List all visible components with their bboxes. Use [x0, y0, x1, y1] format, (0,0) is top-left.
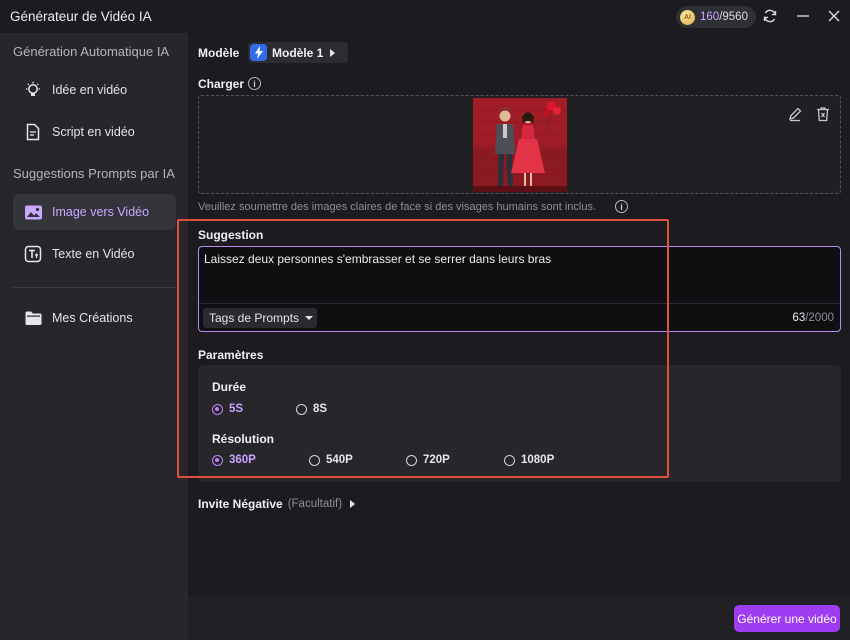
- uploaded-image-thumbnail: [473, 98, 567, 192]
- main-panel: Modèle Modèle 1 Charger i Veuillez soume…: [188, 33, 850, 640]
- resolution-option-label: 720P: [423, 454, 450, 466]
- credits-total: /9560: [719, 11, 748, 23]
- char-counter: 63/2000: [792, 312, 834, 324]
- sidebar-item-idea[interactable]: Idée en vidéo: [13, 72, 176, 108]
- char-count: 63: [792, 312, 806, 324]
- edit-icon[interactable]: [787, 106, 803, 122]
- prompt-text[interactable]: Laissez deux personnes s'embrasser et se…: [204, 252, 551, 266]
- credits-used: 160: [700, 11, 720, 23]
- radio-selected-icon: [212, 403, 223, 415]
- resolution-option-label: 1080P: [521, 454, 555, 466]
- close-icon[interactable]: [826, 8, 842, 24]
- sidebar-item-label: Script en vidéo: [52, 125, 135, 139]
- sidebar-item-label: Texte en Vidéo: [52, 247, 135, 261]
- upload-area[interactable]: [198, 95, 841, 194]
- caret-down-icon: [305, 316, 314, 320]
- radio-selected-icon: [212, 454, 223, 466]
- resolution-option-540p[interactable]: 540P: [309, 454, 353, 466]
- resolution-option-720p[interactable]: 720P: [406, 454, 450, 466]
- prompt-tags-label: Tags de Prompts: [209, 311, 300, 325]
- radio-icon: [406, 454, 417, 466]
- info-icon[interactable]: i: [248, 77, 261, 90]
- text-icon: [23, 244, 43, 264]
- upload-label: Charger: [198, 77, 245, 91]
- model-name: Modèle 1: [272, 45, 324, 60]
- sidebar-item-my-creations[interactable]: Mes Créations: [13, 300, 176, 336]
- duration-option-label: 5S: [229, 403, 244, 415]
- char-max: /2000: [805, 312, 834, 324]
- resolution-label: Résolution: [212, 432, 274, 446]
- prompt-tags-dropdown[interactable]: Tags de Prompts: [203, 308, 317, 328]
- app-title: Générateur de Vidéo IA: [10, 9, 152, 24]
- sidebar-item-label: Mes Créations: [52, 311, 133, 325]
- duration-option-5s[interactable]: 5S: [212, 403, 243, 415]
- document-icon: [23, 122, 43, 142]
- upload-hint: Veuillez soumettre des images claires de…: [198, 201, 597, 213]
- duration-label: Durée: [212, 380, 247, 394]
- chevron-right-icon: [330, 48, 336, 57]
- coin-icon: AI: [680, 9, 695, 25]
- duration-option-8s[interactable]: 8S: [296, 403, 327, 415]
- sidebar-section-prompts: Suggestions Prompts par IA: [13, 166, 175, 181]
- sidebar: Génération Automatique IA Idée en vidéo …: [0, 33, 188, 640]
- sidebar-item-script[interactable]: Script en vidéo: [13, 114, 176, 150]
- radio-icon: [504, 454, 515, 466]
- title-bar: Générateur de Vidéo IA AI 160/9560: [0, 0, 850, 33]
- resolution-option-360p[interactable]: 360P: [212, 454, 256, 466]
- resolution-option-label: 540P: [326, 454, 353, 466]
- sidebar-item-image-to-video[interactable]: Image vers Vidéo: [13, 194, 176, 230]
- bolt-icon: [250, 44, 267, 61]
- image-icon: [23, 202, 43, 222]
- prompt-textarea[interactable]: Laissez deux personnes s'embrasser et se…: [198, 246, 841, 332]
- prompt-divider: [199, 303, 840, 304]
- refresh-icon[interactable]: [762, 8, 778, 24]
- negative-prompt-label: Invite Négative: [198, 497, 283, 511]
- resolution-option-1080p[interactable]: 1080P: [504, 454, 554, 466]
- credits-badge[interactable]: AI 160/9560: [676, 6, 756, 28]
- trash-icon[interactable]: [815, 106, 831, 122]
- lightbulb-icon: [23, 80, 43, 100]
- radio-icon: [309, 454, 320, 466]
- prompt-label: Suggestion: [198, 228, 264, 242]
- negative-prompt-optional: (Facultatif): [287, 498, 343, 510]
- sidebar-section-auto: Génération Automatique IA: [13, 44, 170, 59]
- sidebar-divider: [13, 287, 176, 288]
- duration-option-label: 8S: [313, 403, 328, 415]
- minimize-icon[interactable]: [795, 8, 811, 24]
- sidebar-item-text-to-video[interactable]: Texte en Vidéo: [13, 236, 176, 272]
- model-selector[interactable]: Modèle 1: [248, 42, 348, 63]
- params-panel: Durée 5S 8S Résolution 360P 540P 720P 10…: [198, 365, 841, 482]
- hint-info-icon[interactable]: i: [615, 200, 628, 213]
- chevron-right-icon: [350, 500, 356, 508]
- resolution-option-label: 360P: [229, 454, 256, 466]
- negative-prompt-toggle[interactable]: Invite Négative (Facultatif): [198, 497, 356, 511]
- model-label: Modèle: [198, 46, 240, 60]
- footer-bar: Générer une vidéo: [188, 597, 850, 640]
- sidebar-item-label: Image vers Vidéo: [52, 205, 150, 219]
- params-label: Paramètres: [198, 348, 264, 362]
- folder-icon: [23, 308, 43, 328]
- generate-video-button[interactable]: Générer une vidéo: [734, 605, 840, 632]
- radio-icon: [296, 403, 307, 415]
- sidebar-item-label: Idée en vidéo: [52, 83, 128, 97]
